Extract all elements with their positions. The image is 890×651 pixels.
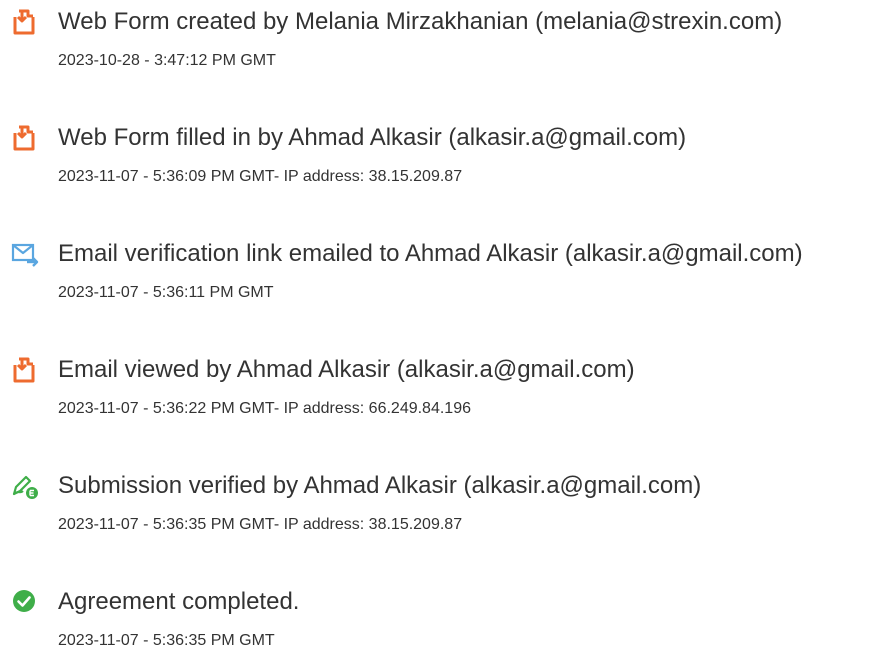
completed-check-icon — [11, 588, 39, 616]
event-title: Web Form created by Melania Mirzakhanian… — [58, 8, 783, 35]
document-action-icon — [11, 356, 39, 384]
audit-activity-list: Web Form created by Melania Mirzakhanian… — [0, 0, 890, 649]
event-timestamp: 2023-11-07 - 5:36:11 PM GMT — [58, 284, 274, 301]
document-action-icon — [11, 8, 39, 36]
signature-verified-icon — [11, 472, 39, 500]
email-sent-icon — [11, 240, 39, 268]
event-timestamp: 2023-10-28 - 3:47:12 PM GMT — [58, 52, 276, 69]
event-timestamp: 2023-11-07 - 5:36:35 PM GMT- IP address:… — [58, 516, 463, 533]
event-title: Email verification link emailed to Ahmad… — [58, 240, 803, 267]
event-title: Submission verified by Ahmad Alkasir (al… — [58, 472, 702, 499]
event-title: Agreement completed. — [58, 588, 300, 615]
event-title: Email viewed by Ahmad Alkasir (alkasir.a… — [58, 356, 635, 383]
document-action-icon — [11, 124, 39, 152]
event-timestamp: 2023-11-07 - 5:36:35 PM GMT — [58, 632, 275, 649]
event-timestamp: 2023-11-07 - 5:36:22 PM GMT- IP address:… — [58, 400, 471, 417]
event-timestamp: 2023-11-07 - 5:36:09 PM GMT- IP address:… — [58, 168, 463, 185]
event-title: Web Form filled in by Ahmad Alkasir (alk… — [58, 124, 687, 151]
